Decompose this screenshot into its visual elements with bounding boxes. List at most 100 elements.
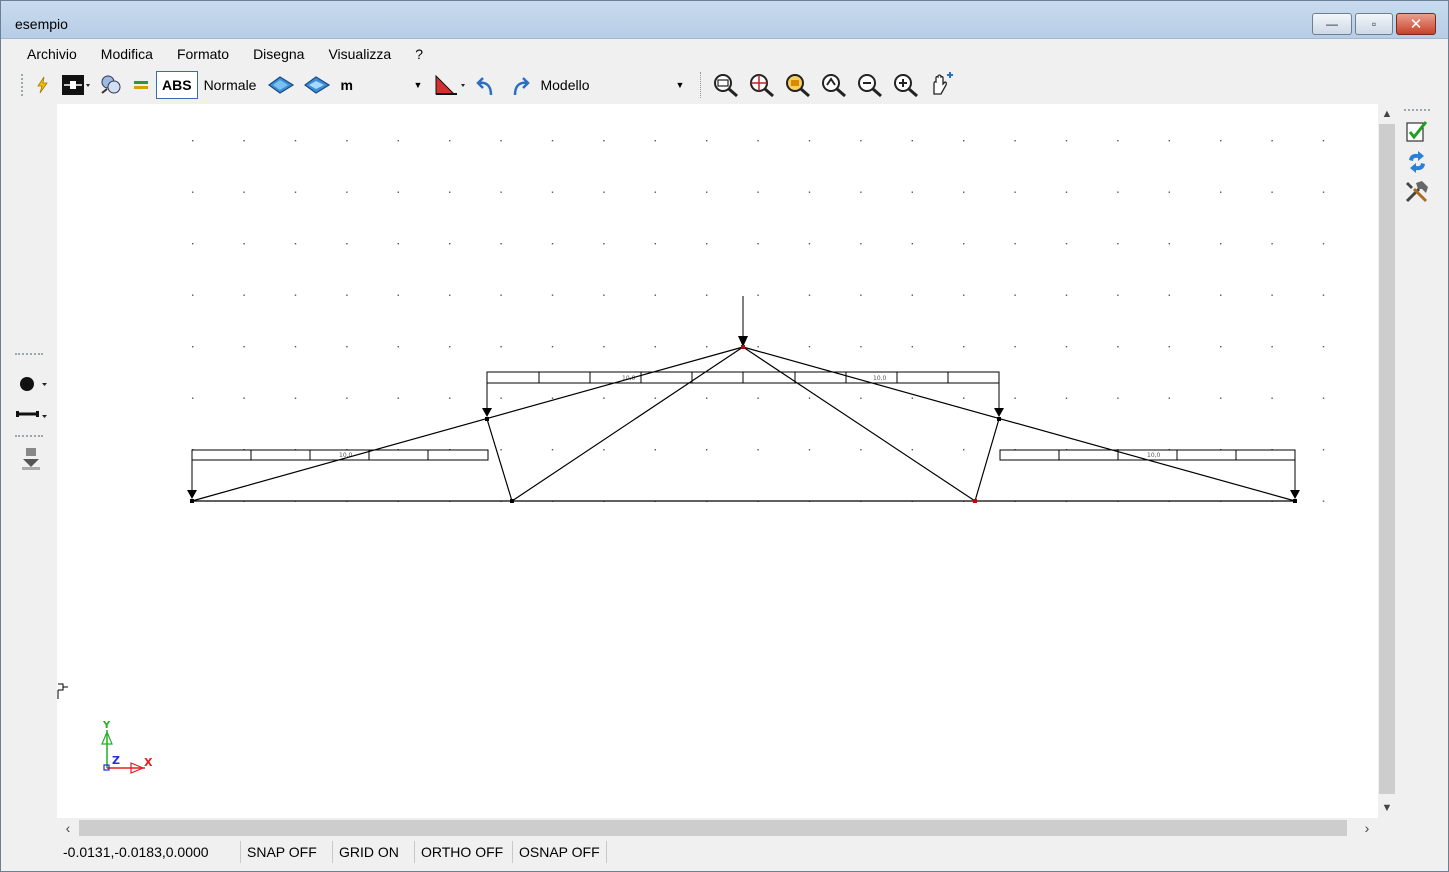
chevron-down-icon: ▼ [675, 80, 685, 90]
mode-label[interactable]: Normale [198, 71, 263, 99]
ortho-toggle[interactable]: ORTHO OFF [415, 841, 513, 863]
zoom-extents-button[interactable] [781, 71, 815, 99]
grid-dot [1322, 191, 1325, 193]
zoom-center-button[interactable] [745, 71, 779, 99]
node[interactable] [510, 499, 514, 503]
close-button[interactable]: ✕ [1396, 13, 1436, 35]
node[interactable] [190, 499, 194, 503]
distributed-load-right[interactable]: 10,0 [999, 449, 1300, 499]
scroll-right-icon[interactable]: › [1358, 818, 1376, 838]
beam-tool-button[interactable] [13, 399, 49, 429]
grid-dot [192, 294, 194, 296]
support-tool-button[interactable] [13, 443, 49, 473]
osnap-toggle[interactable]: OSNAP OFF [513, 841, 607, 863]
grid-toggle[interactable]: GRID ON [333, 841, 415, 863]
menu-archivio[interactable]: Archivio [11, 41, 89, 67]
snap-point-button[interactable] [58, 71, 94, 99]
grid-dot [243, 294, 245, 296]
plane-button-2[interactable] [300, 71, 334, 99]
zoom-out-button[interactable] [853, 71, 887, 99]
cursor-coordinates: -0.0131,-0.0183,0.0000 [57, 841, 241, 863]
check-edit-button[interactable] [1401, 117, 1433, 147]
grid-dot [1168, 243, 1170, 245]
grid-dot [500, 294, 502, 296]
left-toolbar-grip-2[interactable] [15, 435, 43, 437]
vertical-scroll-thumb[interactable] [1379, 124, 1395, 794]
vertical-scrollbar[interactable]: ▲ ▼ [1378, 104, 1396, 818]
structure-drawing[interactable]: 10,0 10,0 10,0 10,0 Y Z X [57, 104, 1378, 818]
lightning-button[interactable] [30, 71, 56, 99]
grid-dot [551, 294, 554, 296]
redo-button[interactable] [504, 71, 534, 99]
line-style-button[interactable] [128, 71, 154, 99]
toolbar-grip[interactable] [21, 74, 24, 96]
grid-dot [397, 140, 399, 142]
grid-dot [706, 243, 708, 245]
grid-dot [449, 140, 451, 142]
refresh-button[interactable] [1401, 147, 1433, 177]
layers-button[interactable] [96, 71, 126, 99]
scroll-up-icon[interactable]: ▲ [1378, 104, 1396, 124]
grid-dot [808, 346, 811, 348]
node[interactable] [997, 417, 1001, 421]
zoom-window-button[interactable] [709, 71, 743, 99]
node[interactable] [973, 499, 977, 503]
grid-dot [654, 449, 656, 451]
toolbar-separator [700, 72, 702, 98]
horizontal-scrollbar[interactable]: ‹ › [57, 818, 1378, 838]
right-toolbar-grip[interactable] [1404, 109, 1430, 111]
node[interactable] [1293, 499, 1297, 503]
tools-button[interactable] [1401, 177, 1433, 207]
node[interactable] [485, 417, 489, 421]
snap-toggle[interactable]: SNAP OFF [241, 841, 333, 863]
grid-dot [449, 243, 451, 245]
grid-dot [1168, 397, 1170, 399]
measure-button[interactable] [430, 71, 470, 99]
node-icon [20, 377, 47, 391]
abs-toggle[interactable]: ABS [156, 71, 198, 99]
distributed-load-left[interactable]: 10,0 [187, 449, 489, 499]
maximize-button[interactable]: ▫ [1355, 13, 1393, 35]
left-toolbar-grip[interactable] [15, 353, 43, 355]
grid-dot [1322, 397, 1325, 399]
plane-icon [268, 76, 295, 94]
window-title: esempio [15, 16, 68, 32]
zoom-previous-button[interactable] [817, 71, 851, 99]
menu-help[interactable]: ? [403, 41, 435, 67]
node-tool-button[interactable] [13, 369, 49, 399]
truss-nodes[interactable] [190, 345, 1297, 503]
scroll-down-icon[interactable]: ▼ [1378, 798, 1396, 818]
undo-button[interactable] [472, 71, 502, 99]
menu-visualizza[interactable]: Visualizza [316, 41, 403, 67]
pan-button[interactable] [925, 71, 959, 99]
grid-dot [860, 397, 862, 399]
check-edit-icon [1406, 121, 1428, 142]
grid-dot [1014, 346, 1016, 348]
drawing-canvas[interactable]: 10,0 10,0 10,0 10,0 Y Z X [57, 104, 1378, 818]
plane-button-1[interactable] [264, 71, 298, 99]
grid-dot [1220, 294, 1222, 296]
grid-dot [1065, 191, 1068, 193]
truss-members[interactable] [191, 346, 1296, 502]
menu-formato[interactable]: Formato [165, 41, 241, 67]
point-load-apex[interactable] [738, 296, 748, 347]
grid-dot [860, 346, 862, 348]
menu-disegna[interactable]: Disegna [241, 41, 316, 67]
grid-dot [1168, 294, 1170, 296]
grid-dot [963, 449, 965, 451]
node[interactable] [741, 345, 745, 349]
grid-dot [1117, 397, 1119, 399]
grid-dot [449, 191, 451, 193]
distributed-load-center[interactable]: 10,0 10,0 [482, 371, 1004, 417]
minimize-button[interactable]: — [1312, 13, 1352, 35]
scroll-left-icon[interactable]: ‹ [59, 818, 77, 838]
grid-dot [1220, 191, 1222, 193]
menu-modifica[interactable]: Modifica [89, 41, 165, 67]
horizontal-scroll-thumb[interactable] [79, 820, 1347, 836]
grid-dot [243, 397, 245, 399]
grid-dot [500, 397, 502, 399]
zoom-in-button[interactable] [889, 71, 923, 99]
unit-select[interactable]: m ▼ [336, 73, 427, 97]
title-bar[interactable]: esempio — ▫ ✕ [1, 1, 1448, 39]
view-select[interactable]: Modello ▼ [536, 73, 689, 97]
